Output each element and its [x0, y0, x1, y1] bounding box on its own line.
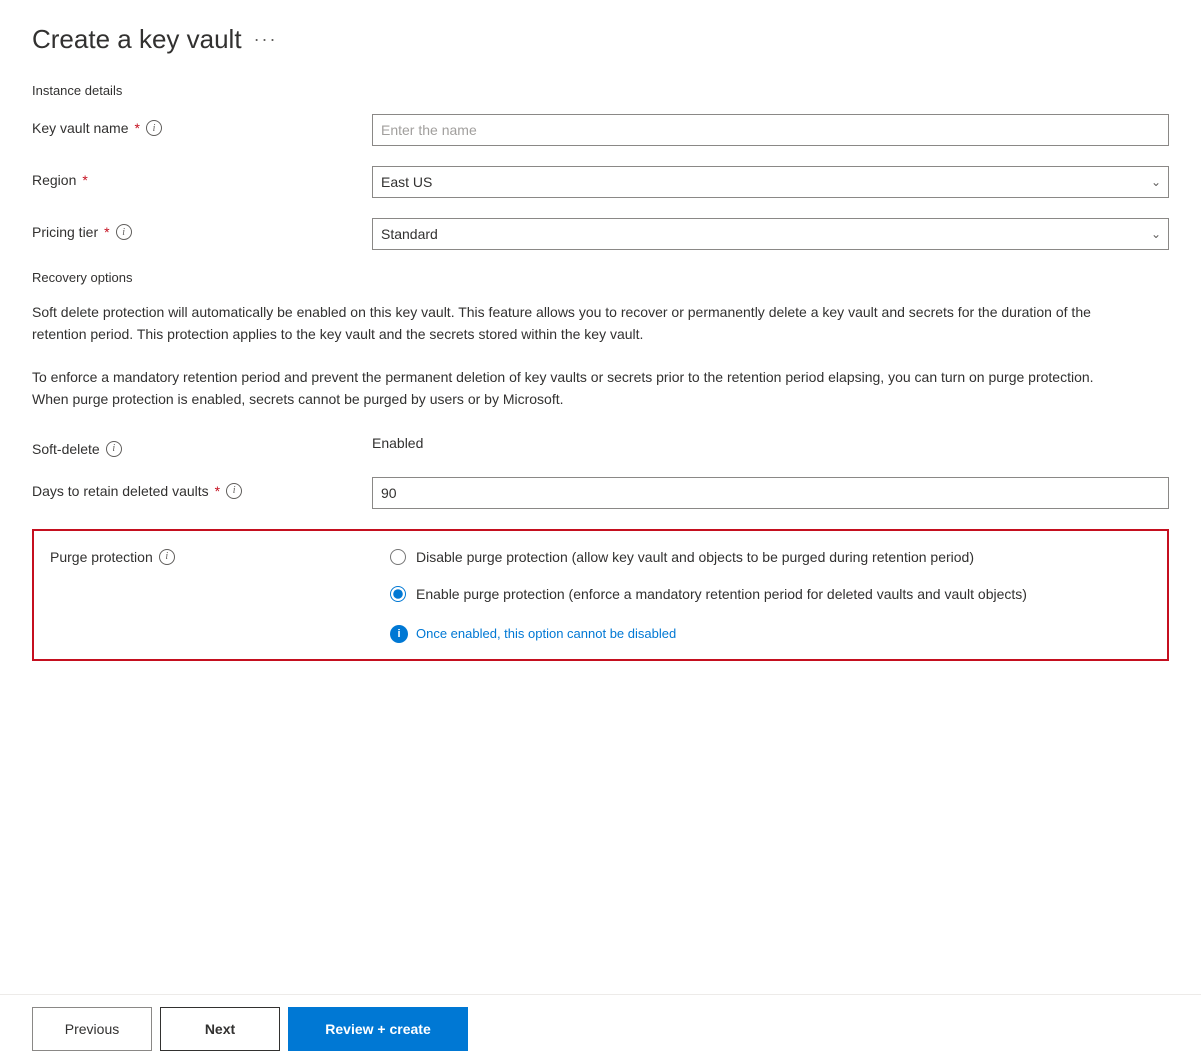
days-to-retain-label: Days to retain deleted vaults * i [32, 477, 372, 499]
pricing-tier-label: Pricing tier * i [32, 218, 372, 240]
pricing-tier-control: Standard Premium ⌄ [372, 218, 1169, 250]
required-star-days: * [215, 483, 220, 499]
days-to-retain-input[interactable] [372, 477, 1169, 509]
page-title: Create a key vault [32, 24, 242, 55]
enable-purge-option: Enable purge protection (enforce a manda… [390, 584, 1151, 605]
disable-purge-option: Disable purge protection (allow key vaul… [390, 547, 1151, 568]
more-options-icon[interactable]: ··· [254, 29, 278, 50]
purge-protection-info-icon[interactable]: i [159, 549, 175, 565]
required-star-pricing: * [104, 224, 109, 240]
required-star: * [135, 120, 140, 136]
pricing-tier-select-wrapper: Standard Premium ⌄ [372, 218, 1169, 250]
soft-delete-description: Soft delete protection will automaticall… [32, 301, 1132, 346]
page-header: Create a key vault ··· [32, 24, 1169, 55]
next-button[interactable]: Next [160, 1007, 280, 1051]
soft-delete-label: Soft-delete i [32, 435, 372, 457]
pricing-tier-info-icon[interactable]: i [116, 224, 132, 240]
soft-delete-group: Soft-delete i Enabled [32, 435, 1169, 457]
region-group: Region * East US West US West US 2 East … [32, 166, 1169, 198]
info-circle-icon: i [390, 625, 408, 643]
key-vault-name-label: Key vault name * i [32, 114, 372, 136]
days-to-retain-group: Days to retain deleted vaults * i [32, 477, 1169, 509]
enable-purge-label[interactable]: Enable purge protection (enforce a manda… [416, 584, 1027, 605]
enable-purge-radio[interactable] [390, 586, 406, 602]
days-to-retain-info-icon[interactable]: i [226, 483, 242, 499]
region-control: East US West US West US 2 East US 2 Cent… [372, 166, 1169, 198]
region-select-wrapper: East US West US West US 2 East US 2 Cent… [372, 166, 1169, 198]
soft-delete-value: Enabled [372, 435, 1169, 451]
disable-purge-label[interactable]: Disable purge protection (allow key vaul… [416, 547, 974, 568]
purge-protection-section: Purge protection i Disable purge protect… [32, 529, 1169, 661]
purge-description: To enforce a mandatory retention period … [32, 366, 1132, 411]
previous-button[interactable]: Previous [32, 1007, 152, 1051]
instance-details-section-label: Instance details [32, 83, 1169, 98]
recovery-options-section-label: Recovery options [32, 270, 1169, 285]
required-star-region: * [82, 172, 87, 188]
purge-protection-radio-options: Disable purge protection (allow key vaul… [390, 547, 1151, 643]
disable-purge-radio[interactable] [390, 549, 406, 565]
key-vault-name-control [372, 114, 1169, 146]
footer-buttons: Previous Next Review + create [0, 994, 1201, 1063]
purge-protection-group: Purge protection i Disable purge protect… [50, 547, 1151, 643]
pricing-tier-select[interactable]: Standard Premium [372, 218, 1169, 250]
purge-info-note: i Once enabled, this option cannot be di… [390, 625, 1151, 643]
purge-protection-label: Purge protection i [50, 547, 390, 565]
review-create-button[interactable]: Review + create [288, 1007, 468, 1051]
info-note-text: Once enabled, this option cannot be disa… [416, 626, 676, 641]
key-vault-name-input[interactable] [372, 114, 1169, 146]
pricing-tier-group: Pricing tier * i Standard Premium ⌄ [32, 218, 1169, 250]
region-select[interactable]: East US West US West US 2 East US 2 Cent… [372, 166, 1169, 198]
key-vault-name-info-icon[interactable]: i [146, 120, 162, 136]
key-vault-name-group: Key vault name * i [32, 114, 1169, 146]
days-to-retain-control [372, 477, 1169, 509]
region-label: Region * [32, 166, 372, 188]
soft-delete-info-icon[interactable]: i [106, 441, 122, 457]
